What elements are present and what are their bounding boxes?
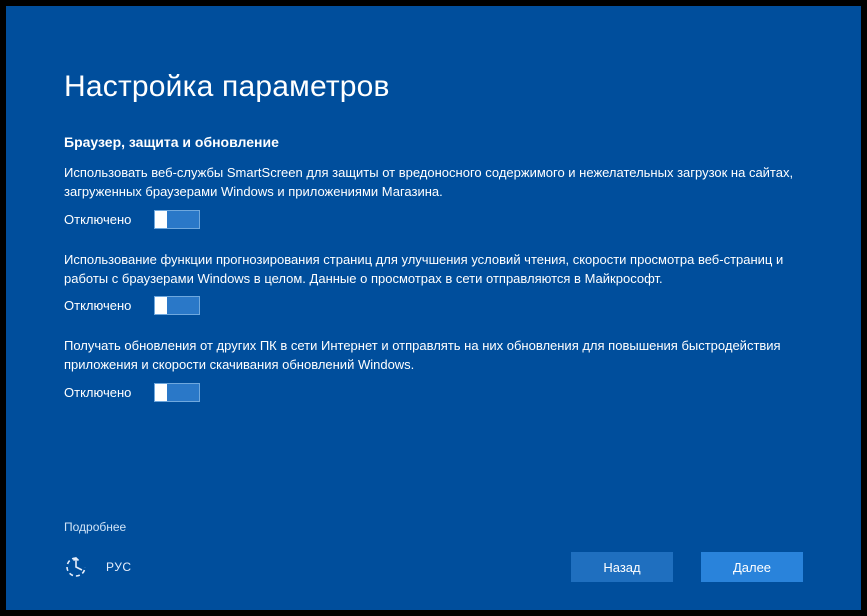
setting-desc: Получать обновления от других ПК в сети …	[64, 337, 803, 375]
ease-of-access-icon[interactable]	[64, 555, 88, 579]
section-heading: Браузер, защита и обновление	[64, 134, 803, 150]
setting-desc: Использование функции прогнозирования ст…	[64, 251, 803, 289]
language-selector[interactable]: РУС	[106, 560, 132, 574]
toggle-thumb	[155, 211, 167, 228]
footer-bar: РУС Назад Далее	[64, 552, 803, 582]
learn-more-link[interactable]: Подробнее	[64, 520, 803, 534]
next-button[interactable]: Далее	[701, 552, 803, 582]
setting-row: Отключено	[64, 383, 803, 402]
content-area: Настройка параметров Браузер, защита и о…	[64, 70, 803, 520]
page-prediction-toggle[interactable]	[154, 296, 200, 315]
back-button[interactable]: Назад	[571, 552, 673, 582]
setting-p2p-updates: Получать обновления от других ПК в сети …	[64, 337, 803, 402]
setup-window: Настройка параметров Браузер, защита и о…	[6, 6, 861, 610]
toggle-state-label: Отключено	[64, 212, 132, 227]
setting-row: Отключено	[64, 296, 803, 315]
p2p-updates-toggle[interactable]	[154, 383, 200, 402]
smartscreen-toggle[interactable]	[154, 210, 200, 229]
toggle-state-label: Отключено	[64, 298, 132, 313]
toggle-thumb	[155, 384, 167, 401]
page-title: Настройка параметров	[64, 70, 803, 104]
toggle-thumb	[155, 297, 167, 314]
setting-smartscreen: Использовать веб-службы SmartScreen для …	[64, 164, 803, 229]
setting-desc: Использовать веб-службы SmartScreen для …	[64, 164, 803, 202]
setting-row: Отключено	[64, 210, 803, 229]
setting-page-prediction: Использование функции прогнозирования ст…	[64, 251, 803, 316]
toggle-state-label: Отключено	[64, 385, 132, 400]
